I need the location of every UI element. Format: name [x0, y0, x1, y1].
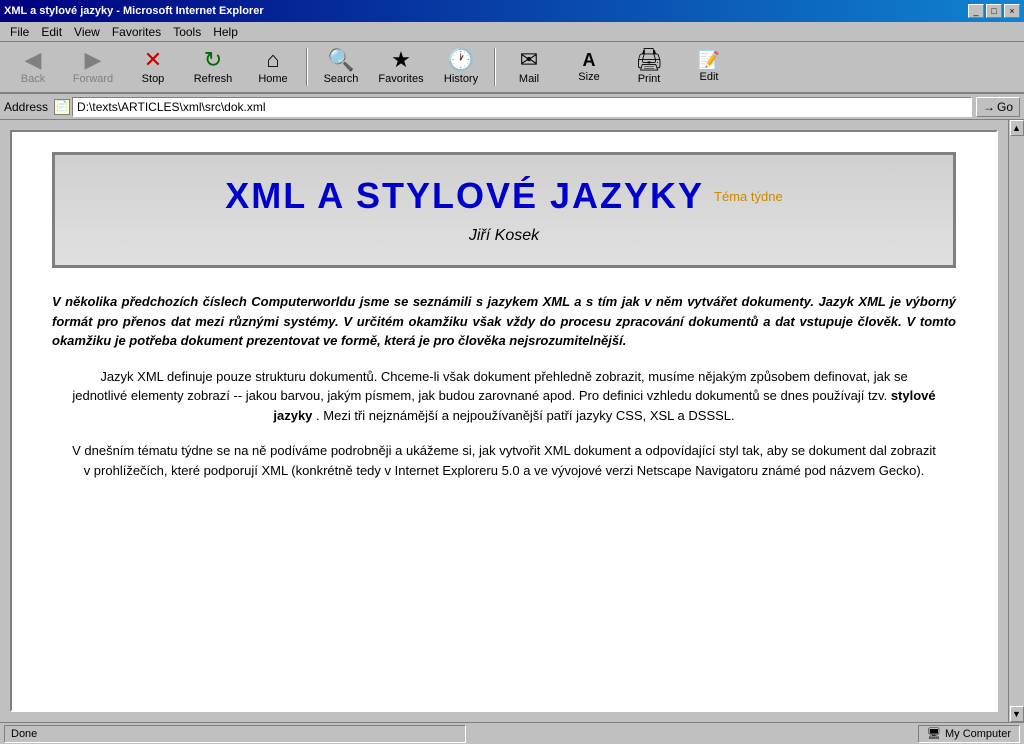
stop-icon: ✕ [144, 49, 162, 71]
address-label: Address [4, 100, 48, 114]
author: Jiří Kosek [85, 227, 923, 245]
page-content: XML A STYLOVÉ JAZYKY Téma týdne Jiří Kos… [10, 130, 998, 712]
title-bar: XML a stylové jazyky - Microsoft Interne… [0, 0, 1024, 22]
toolbar-separator-2 [494, 48, 496, 86]
window-controls: _ □ × [968, 4, 1020, 18]
title-line: XML A STYLOVÉ JAZYKY Téma týdne [85, 175, 923, 217]
favorites-button[interactable]: ★ Favorites [372, 44, 430, 90]
address-bar: Address 📄 → Go [0, 94, 1024, 120]
history-icon: 🕐 [447, 49, 474, 71]
minimize-button[interactable]: _ [968, 4, 984, 18]
go-label: Go [997, 100, 1013, 114]
forward-icon: ▶ [85, 49, 102, 71]
intro-paragraph: V několika předchozích číslech Computerw… [52, 292, 956, 351]
toolbar: ◀ Back ▶ Forward ✕ Stop ↻ Refresh ⌂ Home… [0, 42, 1024, 94]
address-page-icon: 📄 [54, 99, 70, 115]
print-icon: 🖨 [635, 49, 663, 71]
search-icon: 🔍 [327, 49, 354, 71]
zone-text: My Computer [945, 728, 1011, 740]
body-paragraph-2: V dnešním tématu týdne se na ně podíváme… [52, 441, 956, 480]
document-header: XML A STYLOVÉ JAZYKY Téma týdne Jiří Kos… [52, 152, 956, 268]
favorites-icon: ★ [391, 49, 411, 71]
edit-button[interactable]: 📝 Edit [680, 44, 738, 90]
history-button[interactable]: 🕐 History [432, 44, 490, 90]
print-button[interactable]: 🖨 Print [620, 44, 678, 90]
size-icon: A [583, 51, 596, 69]
back-button[interactable]: ◀ Back [4, 44, 62, 90]
size-button[interactable]: A Size [560, 44, 618, 90]
maximize-button[interactable]: □ [986, 4, 1002, 18]
menu-edit[interactable]: Edit [35, 23, 68, 41]
body-paragraph-1: Jazyk XML definuje pouze strukturu dokum… [52, 367, 956, 426]
close-button[interactable]: × [1004, 4, 1020, 18]
subtitle-tag: Téma týdne [714, 189, 783, 204]
menu-file[interactable]: File [4, 23, 35, 41]
go-button[interactable]: → Go [976, 97, 1020, 117]
status-zone: 🖥 My Computer [918, 725, 1020, 743]
refresh-button[interactable]: ↻ Refresh [184, 44, 242, 90]
stop-button[interactable]: ✕ Stop [124, 44, 182, 90]
menu-bar: File Edit View Favorites Tools Help [0, 22, 1024, 42]
scroll-up-button[interactable]: ▲ [1010, 120, 1024, 136]
status-bar: Done 🖥 My Computer [0, 722, 1024, 744]
menu-help[interactable]: Help [207, 23, 244, 41]
menu-view[interactable]: View [68, 23, 106, 41]
home-icon: ⌂ [266, 49, 279, 71]
content-area: XML A STYLOVÉ JAZYKY Téma týdne Jiří Kos… [0, 120, 1024, 722]
search-button[interactable]: 🔍 Search [312, 44, 370, 90]
main-title: XML A STYLOVÉ JAZYKY [225, 175, 704, 217]
edit-icon: 📝 [698, 51, 720, 69]
refresh-icon: ↻ [204, 49, 222, 71]
toolbar-separator-1 [306, 48, 308, 86]
back-icon: ◀ [25, 49, 42, 71]
scrollbar[interactable]: ▲ ▼ [1008, 120, 1024, 722]
bold-term: stylové jazyky [273, 388, 935, 423]
menu-favorites[interactable]: Favorites [106, 23, 167, 41]
computer-icon: 🖥 [927, 727, 941, 740]
mail-icon: ✉ [520, 49, 538, 71]
scroll-down-button[interactable]: ▼ [1010, 706, 1024, 722]
go-arrow-icon: → [983, 100, 995, 114]
home-button[interactable]: ⌂ Home [244, 44, 302, 90]
forward-button[interactable]: ▶ Forward [64, 44, 122, 90]
mail-button[interactable]: ✉ Mail [500, 44, 558, 90]
address-input[interactable] [72, 97, 972, 117]
menu-tools[interactable]: Tools [167, 23, 207, 41]
status-text: Done [4, 725, 466, 743]
window-title: XML a stylové jazyky - Microsoft Interne… [4, 5, 264, 17]
